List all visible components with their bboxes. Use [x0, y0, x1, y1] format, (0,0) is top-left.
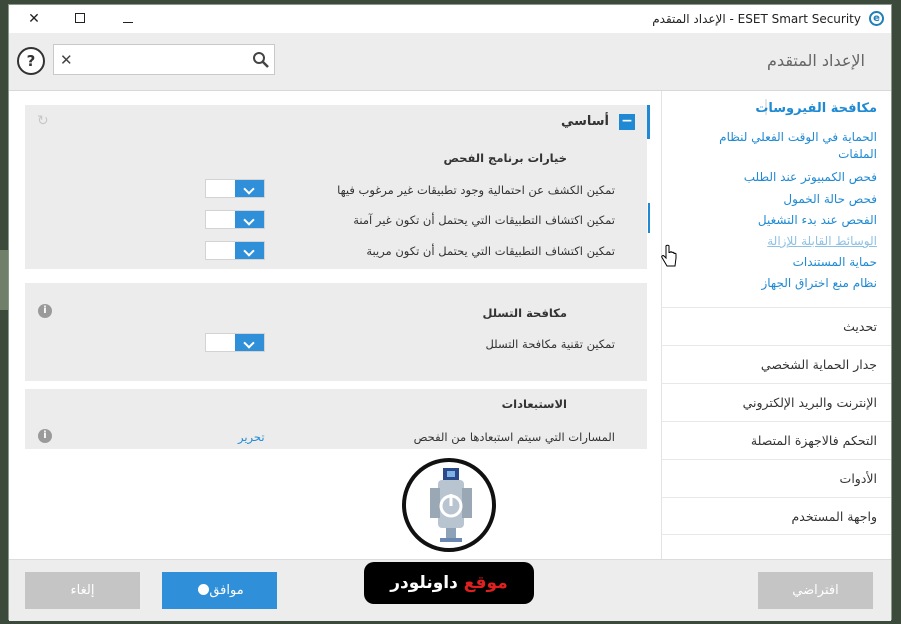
info-icon[interactable]: i	[38, 304, 52, 318]
watermark-text-white: داونلودر	[390, 573, 458, 593]
page-title: الإعداد المتقدم	[767, 51, 865, 70]
sidebar-item-web-email[interactable]: الإنترنت والبريد الإلكتروني	[661, 383, 891, 421]
window-title: ESET Smart Security - الإعداد المتقدم	[652, 12, 861, 26]
watermark-text-red: موقع	[463, 573, 508, 593]
group-title-scanner-options: خيارات برنامج الفحص	[443, 151, 567, 165]
sidebar-item-firewall[interactable]: جدار الحماية الشخصي	[661, 345, 891, 383]
chevron-down-icon[interactable]	[235, 211, 264, 228]
search-field[interactable]: ✕	[53, 44, 275, 75]
group-title-anti-stealth: مكافحة التسلل	[482, 306, 567, 320]
chevron-down-icon[interactable]	[235, 242, 264, 259]
sidebar-subitem-ondemand-scan[interactable]: فحص الكمبيوتر عند الطلب	[687, 169, 877, 186]
setting-label-pua: تمكين الكشف عن احتمالية وجود تطبيقات غير…	[337, 183, 615, 197]
collapse-section-icon[interactable]: −	[619, 114, 635, 130]
ok-button-label: موافق	[209, 583, 244, 598]
help-button[interactable]: ?	[17, 47, 45, 75]
sidebar-subitem-startup-scan[interactable]: الفحص عند بدء التشغيل	[687, 212, 877, 229]
edit-exclusions-link[interactable]: تحرير	[238, 430, 265, 444]
sidebar-item-tools[interactable]: الأدوات	[661, 459, 891, 497]
group-background	[25, 283, 647, 381]
watermark-logo	[402, 458, 496, 552]
setting-label-unsafe: تمكين اكتشاف التطبيقات التي يحتمل أن تكو…	[353, 213, 615, 227]
power-plug-icon	[430, 468, 472, 542]
sidebar-subitem-removable-media[interactable]: الوسائط القابلة للإزالة	[687, 233, 877, 250]
close-window-button[interactable]: ✕	[23, 9, 45, 29]
sidebar-subitem-hips[interactable]: نظام منع اختراق الجهاز	[687, 275, 877, 292]
group-title-exclusions: الاستبعادات	[501, 397, 567, 411]
chevron-down-icon[interactable]	[235, 180, 264, 197]
search-icon[interactable]	[252, 51, 270, 69]
section-accent-bar	[647, 105, 650, 139]
info-icon[interactable]: i	[38, 429, 52, 443]
setting-label-anti-stealth: تمكين تقنية مكافحة التسلل	[485, 337, 615, 351]
maximize-window-button[interactable]	[69, 9, 91, 29]
anti-stealth-toggle-dropdown[interactable]	[205, 333, 265, 352]
watermark-banner: موقع داونلودر	[364, 562, 534, 604]
sidebar-item-update[interactable]: تحديث	[661, 307, 891, 345]
header-bar: ? ✕ الإعداد المتقدم	[9, 33, 891, 91]
maximize-icon	[75, 13, 85, 23]
sidebar-subitem-realtime-protection[interactable]: الحماية في الوقت الفعلي لنظام الملفات	[687, 129, 877, 163]
unsafe-toggle-dropdown[interactable]	[205, 210, 265, 229]
sidebar-item-device-control[interactable]: التحكم فالاجهزة المتصلة	[661, 421, 891, 459]
ok-button[interactable]: موافق	[162, 572, 277, 609]
minimize-icon	[123, 21, 133, 23]
sidebar-item-user-interface[interactable]: واجهة المستخدم	[661, 497, 891, 535]
pua-toggle-dropdown[interactable]	[205, 179, 265, 198]
hand-cursor-icon	[661, 244, 677, 267]
clear-search-icon[interactable]: ✕	[60, 51, 73, 69]
settings-panel: − أساسي ↻ خيارات برنامج الفحص تمكين الكش…	[25, 99, 650, 459]
title-bar: ✕ ESET Smart Security - الإعداد المتقدم …	[9, 5, 891, 33]
sidebar-subitem-document-protection[interactable]: حماية المستندات	[687, 254, 877, 271]
sidebar-item-antivirus[interactable]: مكافحة الفيروسات	[755, 101, 877, 116]
desktop-background	[0, 250, 8, 310]
cancel-button[interactable]: إلغاء	[25, 572, 140, 609]
minimize-window-button[interactable]	[117, 9, 139, 29]
eset-logo-icon: e	[869, 11, 884, 26]
revert-icon[interactable]: ↻	[37, 113, 49, 129]
suspicious-toggle-dropdown[interactable]	[205, 241, 265, 260]
shield-icon	[198, 584, 210, 595]
setting-label-suspicious: تمكين اكتشاف التطبيقات التي يحتمل أن تكو…	[366, 244, 615, 258]
sidebar-subitem-idle-scan[interactable]: فحص حالة الخمول	[687, 191, 877, 208]
chevron-down-icon[interactable]	[235, 334, 264, 351]
section-header-basic[interactable]: − أساسي ↻	[25, 105, 650, 139]
section-title: أساسي	[560, 114, 609, 129]
scroll-indicator[interactable]	[648, 203, 650, 233]
default-button[interactable]: افتراضي	[758, 572, 873, 609]
setting-label-exclusions: المسارات التي سيتم استبعادها من الفحص	[413, 430, 615, 444]
sidebar: مكافحة الفيروسات الحماية في الوقت الفعلي…	[661, 91, 891, 559]
